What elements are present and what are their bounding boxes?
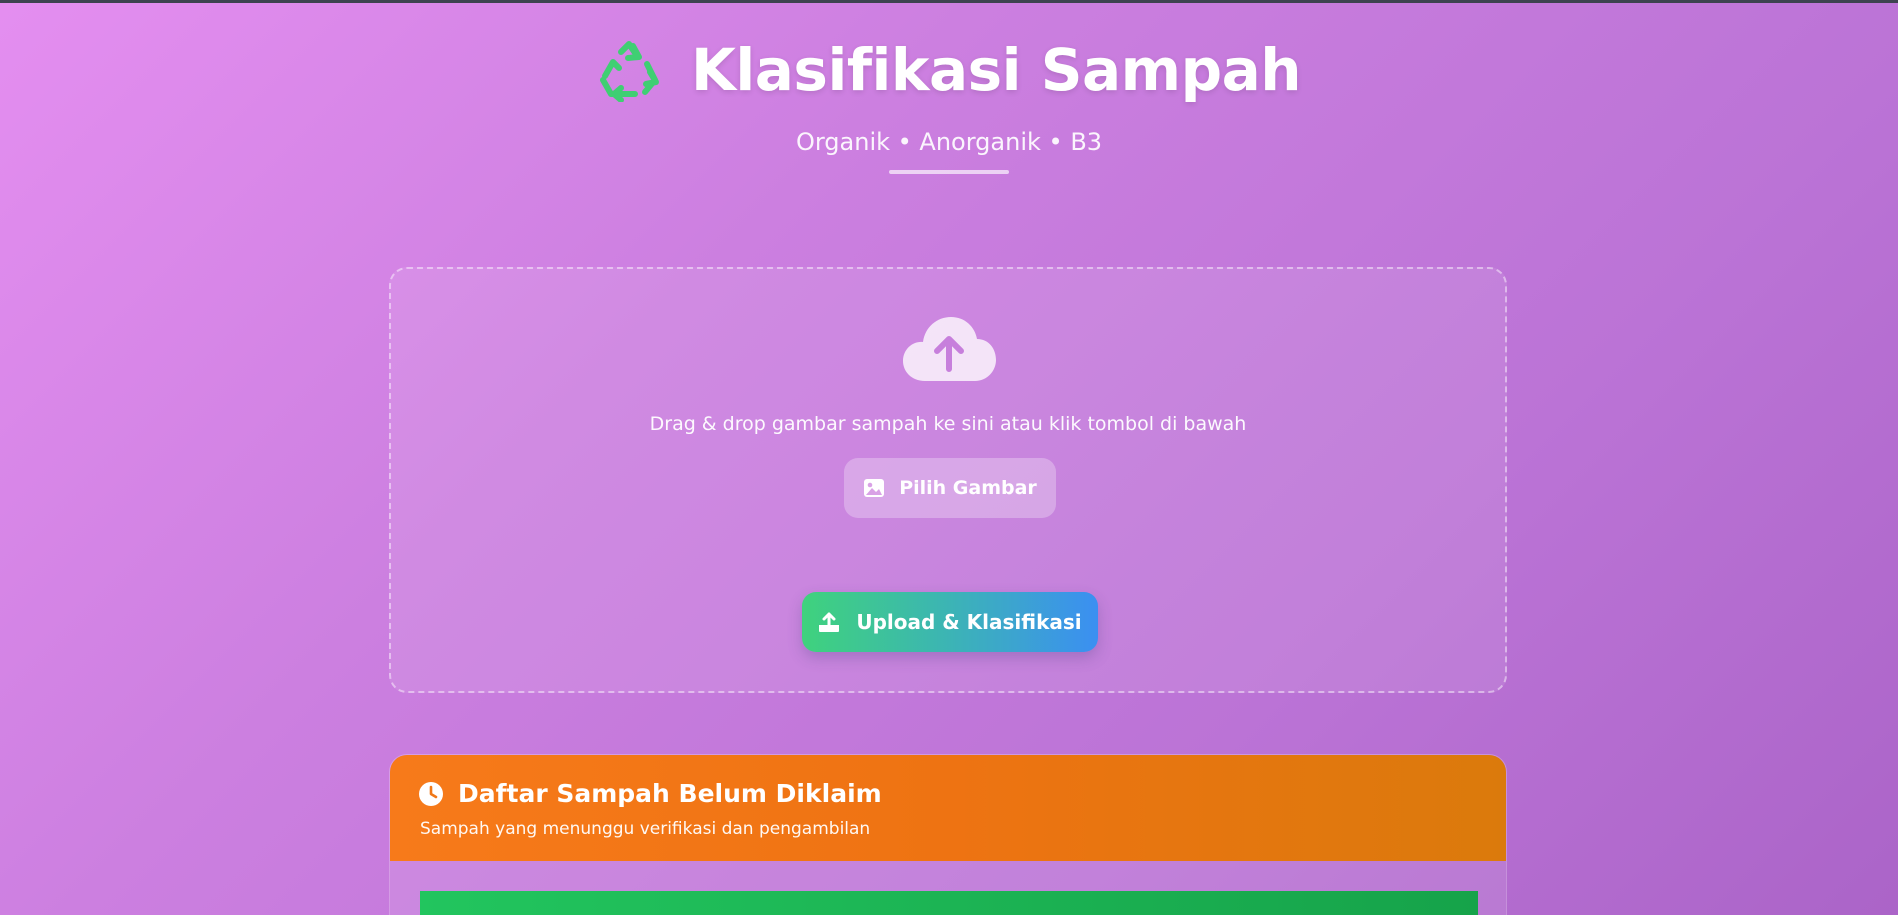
image-icon	[864, 479, 885, 497]
page-subtitle: Organik • Anorganik • B3	[795, 128, 1103, 156]
upload-classify-button[interactable]: Upload & Klasifikasi	[802, 592, 1098, 652]
clock-icon	[419, 781, 443, 806]
pending-title: Daftar Sampah Belum Diklaim	[458, 779, 882, 808]
browser-top-border	[0, 0, 1898, 3]
pending-title-row: Daftar Sampah Belum Diklaim	[418, 779, 882, 808]
title-row: Klasifikasi Sampah	[0, 30, 1898, 110]
choose-image-button[interactable]: Pilih Gambar	[844, 458, 1056, 518]
page-title: Klasifikasi Sampah	[690, 36, 1302, 104]
pending-card-header: Daftar Sampah Belum Diklaim Sampah yang …	[390, 755, 1506, 861]
upload-icon	[819, 612, 840, 632]
recycle-icon	[599, 41, 659, 102]
cloud-upload-icon	[903, 317, 996, 381]
upload-dropzone[interactable]: Drag & drop gambar sampah ke sini atau k…	[389, 267, 1507, 693]
dropzone-instructions: Drag & drop gambar sampah ke sini atau k…	[649, 413, 1247, 435]
page-header: Klasifikasi Sampah Organik • Anorganik •…	[0, 30, 1898, 174]
pending-item-banner	[420, 891, 1478, 915]
choose-image-label: Pilih Gambar	[899, 477, 1037, 499]
header-divider	[889, 170, 1009, 174]
pending-description: Sampah yang menunggu verifikasi dan peng…	[420, 819, 871, 839]
upload-classify-label: Upload & Klasifikasi	[856, 610, 1082, 634]
pending-waste-card: Daftar Sampah Belum Diklaim Sampah yang …	[389, 754, 1507, 915]
pending-card-body	[390, 861, 1506, 915]
